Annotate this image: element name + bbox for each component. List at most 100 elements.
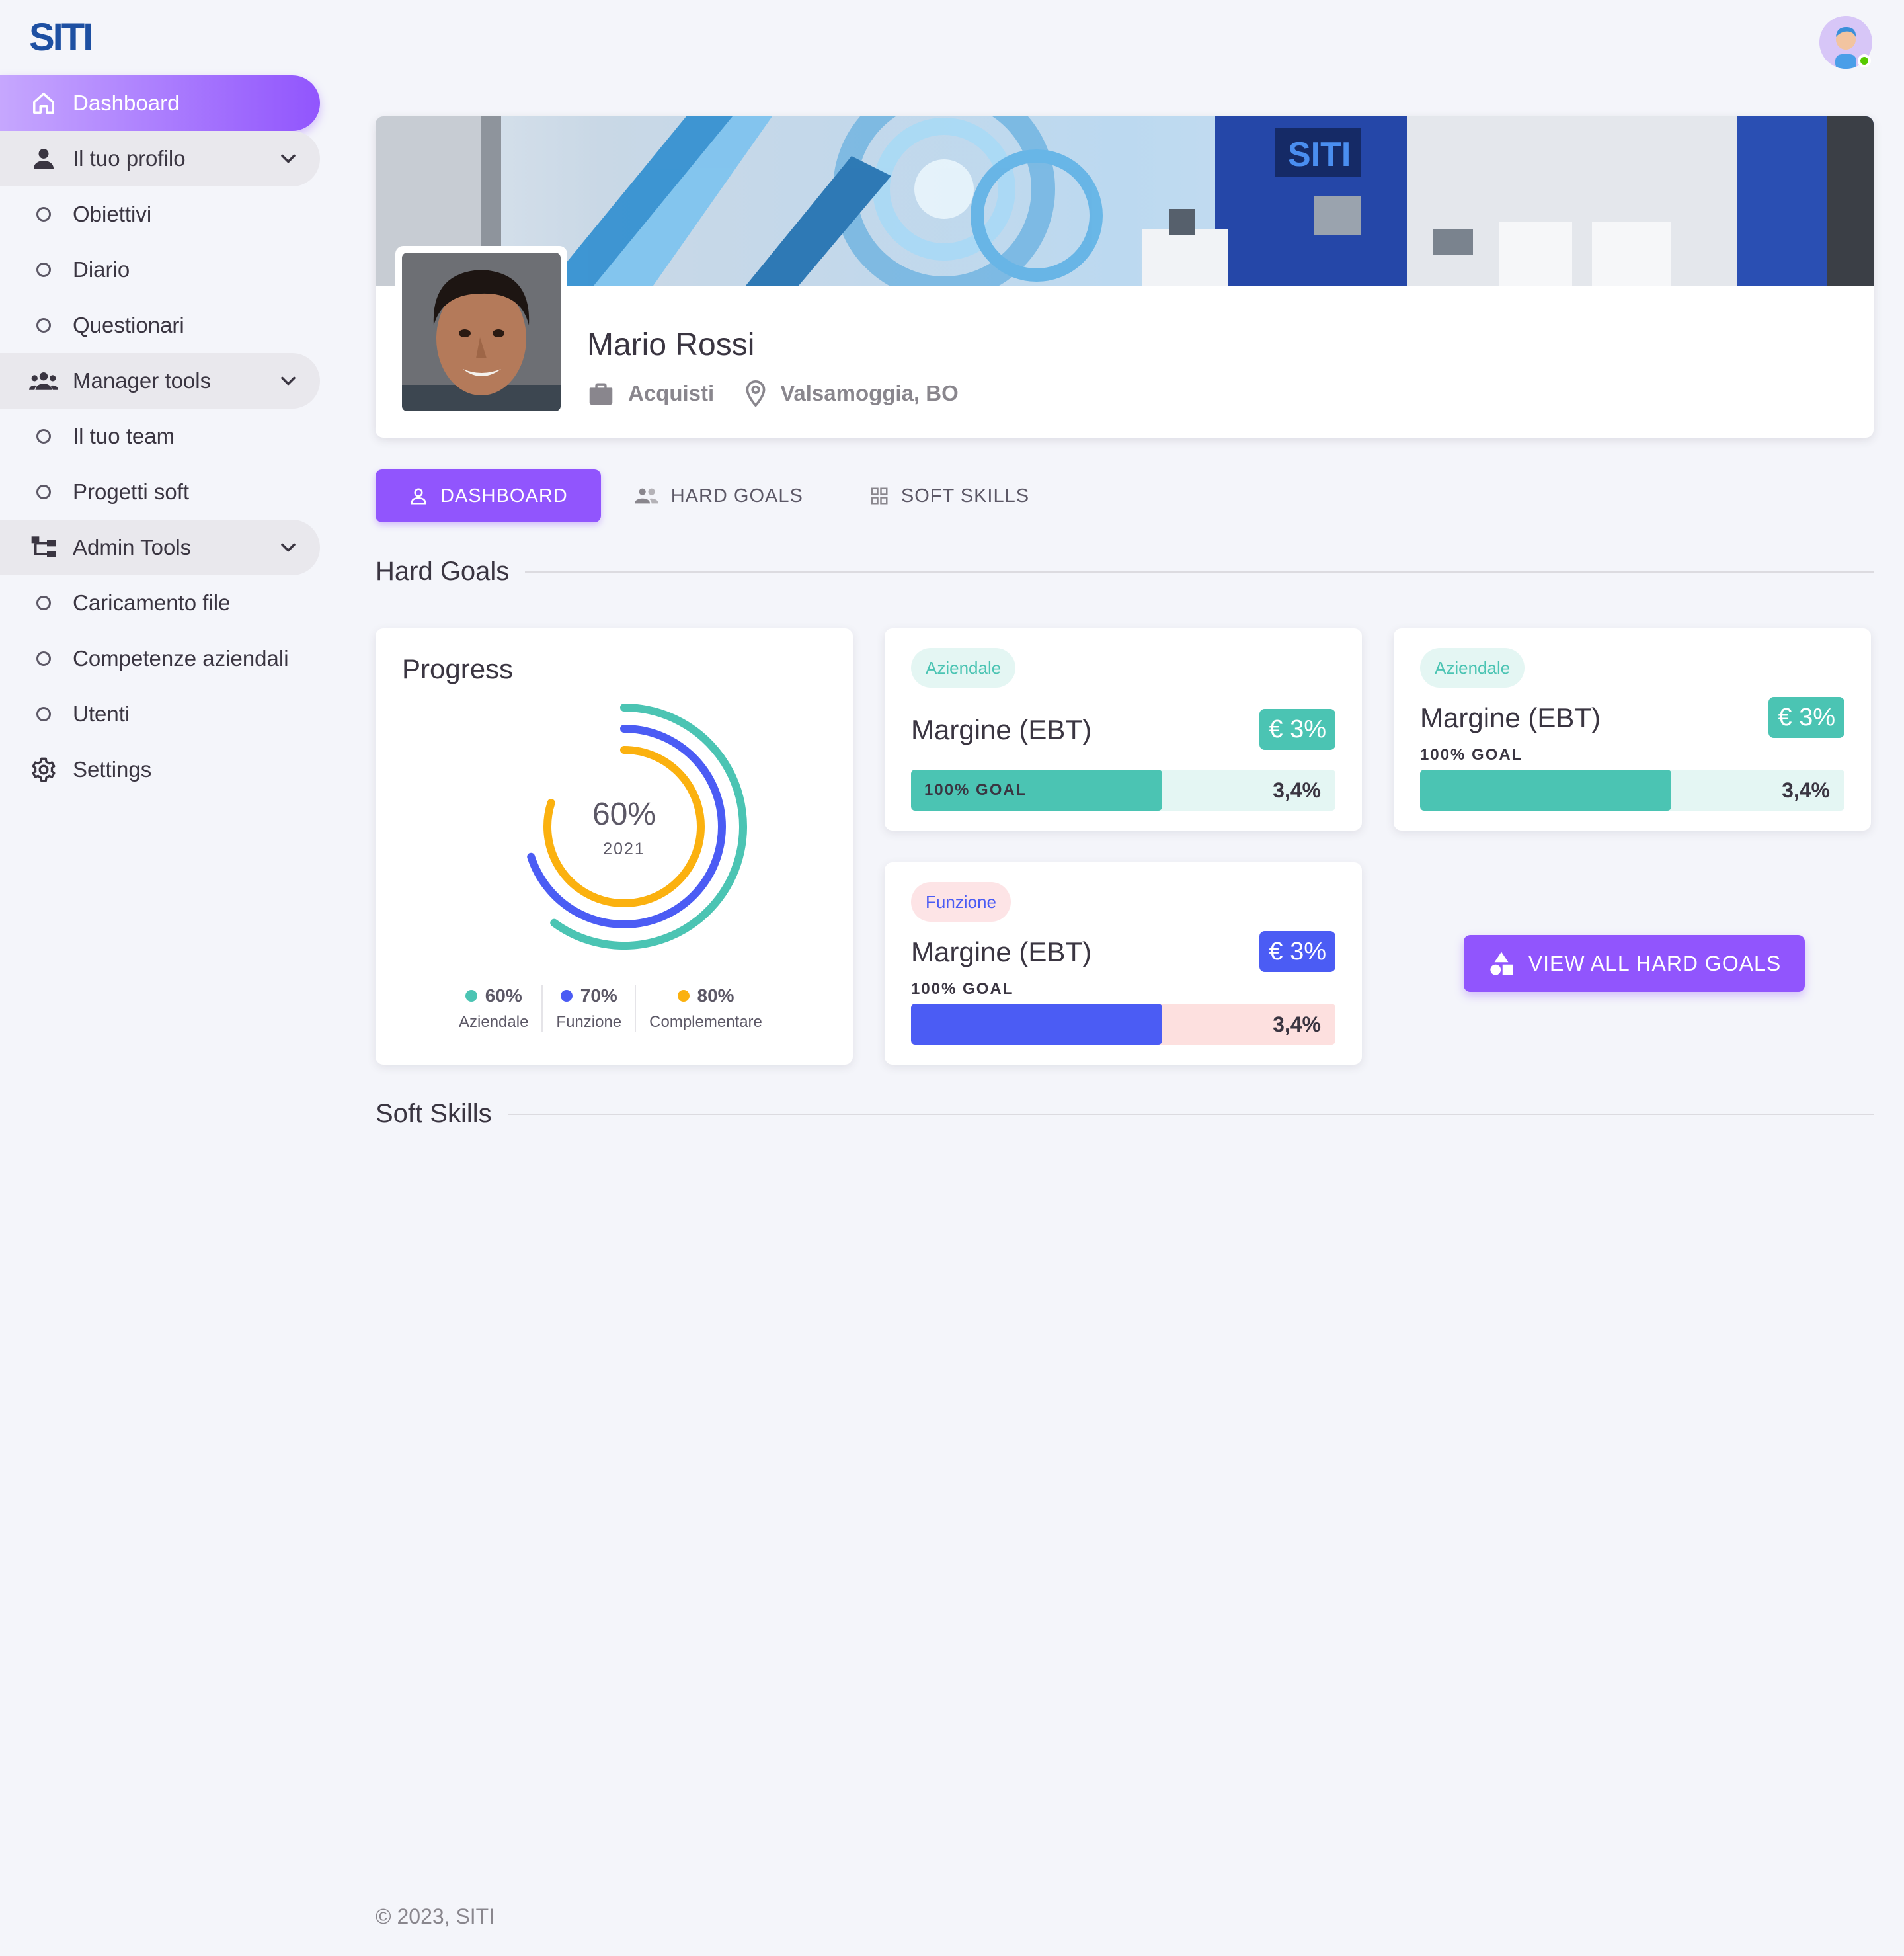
sidebar-item-obiettivi[interactable]: Obiettivi bbox=[0, 186, 320, 242]
section-divider bbox=[507, 1113, 1874, 1115]
goal-progress-fill bbox=[911, 1004, 1162, 1045]
sidebar-item-manager-tools[interactable]: Manager tools bbox=[0, 353, 320, 409]
profile-tabs: DASHBOARD HARD GOALS SOFT SKILLS bbox=[376, 469, 1062, 522]
progress-center-year: 2021 bbox=[603, 840, 645, 858]
sidebar-item-label: Utenti bbox=[73, 702, 130, 726]
sidebar-item-dashboard[interactable]: Dashboard bbox=[0, 75, 320, 131]
profile-photo-frame bbox=[395, 246, 567, 418]
sidebar-item-caricamento-file[interactable]: Caricamento file bbox=[0, 575, 320, 631]
group-icon bbox=[29, 366, 58, 395]
sidebar-item-admin-tools[interactable]: Admin Tools bbox=[0, 520, 320, 575]
legend-name: Funzione bbox=[556, 1013, 622, 1031]
goal-target-badge: € 3% bbox=[1259, 709, 1335, 750]
sidebar-item-diario[interactable]: Diario bbox=[0, 242, 320, 298]
tab-soft-skills[interactable]: SOFT SKILLS bbox=[836, 469, 1062, 522]
sidebar-item-questionari[interactable]: Questionari bbox=[0, 298, 320, 353]
profile-card: SITI Mario Rossi Acquisti Valsamoggia, B… bbox=[376, 116, 1874, 438]
legend-dot bbox=[560, 990, 573, 1002]
sidebar-item-il-tuo-team[interactable]: Il tuo team bbox=[0, 409, 320, 464]
profile-meta: Acquisti Valsamoggia, BO bbox=[587, 380, 989, 407]
sidebar-item-label: Caricamento file bbox=[73, 591, 231, 615]
profile-name: Mario Rossi bbox=[587, 327, 755, 362]
goal-label: 100% GOAL bbox=[911, 980, 1014, 998]
sidebar-item-label: Diario bbox=[73, 257, 130, 282]
sidebar-item-label: Obiettivi bbox=[73, 202, 152, 226]
legend-dot bbox=[465, 990, 477, 1002]
goal-progress-bar: 3,4% bbox=[1420, 770, 1844, 811]
progress-title: Progress bbox=[402, 653, 514, 684]
circle-icon bbox=[29, 311, 58, 340]
online-status-dot bbox=[1858, 54, 1871, 67]
sidebar: SITI Dashboard Il tuo profilo Obiettivi Dia… bbox=[0, 0, 331, 1956]
sidebar-item-settings[interactable]: Settings bbox=[0, 742, 320, 797]
sidebar-item-label: Progetti soft bbox=[73, 479, 190, 504]
sidebar-item-utenti[interactable]: Utenti bbox=[0, 686, 320, 742]
gear-icon bbox=[29, 755, 58, 784]
sidebar-item-il-tuo-profilo[interactable]: Il tuo profilo bbox=[0, 131, 320, 186]
goal-value: 3,4% bbox=[1273, 778, 1321, 802]
location-pin-icon bbox=[746, 380, 766, 407]
goal-target-badge: € 3% bbox=[1768, 697, 1844, 738]
tab-dashboard-label: DASHBOARD bbox=[440, 485, 568, 507]
siti-logo[interactable]: SITI bbox=[29, 16, 95, 59]
sidebar-item-label: Il tuo team bbox=[73, 424, 175, 448]
sidebar-item-label: Dashboard bbox=[73, 91, 180, 115]
chevron-down-icon[interactable] bbox=[276, 536, 300, 559]
legend-dot bbox=[677, 990, 690, 1002]
circle-icon bbox=[29, 477, 58, 507]
goal-title: Margine (EBT) bbox=[1420, 702, 1601, 733]
profile-photo[interactable] bbox=[402, 253, 561, 411]
legend-item-complementare: 80% Complementare bbox=[635, 985, 775, 1032]
people-icon bbox=[634, 488, 658, 504]
profile-location-label: Valsamoggia, BO bbox=[780, 381, 959, 405]
sidebar-item-label: Competenze aziendali bbox=[73, 646, 289, 671]
briefcase-icon bbox=[589, 383, 613, 405]
chevron-down-icon[interactable] bbox=[276, 369, 300, 393]
sidebar-item-label: Admin Tools bbox=[73, 535, 192, 559]
hard-goals-heading: Hard Goals bbox=[376, 557, 510, 586]
goal-progress-fill bbox=[1420, 770, 1671, 811]
goal-card[interactable]: Funzione Margine (EBT) € 3% 100% GOAL 3,… bbox=[885, 862, 1362, 1065]
goal-target-badge: € 3% bbox=[1259, 931, 1335, 972]
circle-icon bbox=[29, 255, 58, 284]
legend-value: 80% bbox=[697, 985, 734, 1006]
tab-hard-goals[interactable]: HARD GOALS bbox=[601, 469, 836, 522]
goal-value: 3,4% bbox=[1273, 1012, 1321, 1036]
shapes-icon bbox=[1490, 952, 1513, 975]
sidebar-item-progetti-soft[interactable]: Progetti soft bbox=[0, 464, 320, 520]
svg-text:SITI: SITI bbox=[29, 19, 91, 54]
goal-value: 3,4% bbox=[1782, 778, 1830, 802]
legend-name: Aziendale bbox=[459, 1013, 529, 1031]
tab-dashboard[interactable]: DASHBOARD bbox=[376, 469, 601, 522]
tab-hard-goals-label: HARD GOALS bbox=[670, 485, 803, 507]
svg-text:SITI: SITI bbox=[1288, 136, 1351, 174]
hierarchy-icon bbox=[29, 533, 58, 562]
person-icon bbox=[29, 144, 58, 173]
goal-category-chip: Aziendale bbox=[1420, 648, 1525, 688]
sidebar-item-competenze-aziendali[interactable]: Competenze aziendali bbox=[0, 631, 320, 686]
circle-icon bbox=[29, 644, 58, 673]
goal-progress-bar: 100% GOAL 3,4% bbox=[911, 770, 1335, 811]
legend-value: 70% bbox=[580, 985, 617, 1006]
goal-card[interactable]: Aziendale Margine (EBT) € 3% 100% GOAL 3… bbox=[1394, 628, 1871, 831]
profile-department-label: Acquisti bbox=[628, 381, 715, 405]
profile-location: Valsamoggia, BO bbox=[744, 380, 959, 407]
home-icon bbox=[29, 89, 58, 118]
goal-title: Margine (EBT) bbox=[911, 714, 1092, 745]
goal-card[interactable]: Aziendale Margine (EBT) € 3% 100% GOAL 3… bbox=[885, 628, 1362, 831]
goal-title: Margine (EBT) bbox=[911, 936, 1092, 967]
person-outline-icon bbox=[411, 488, 426, 505]
goal-progress-bar: 3,4% bbox=[911, 1004, 1335, 1045]
progress-radial-chart: 60% 2021 bbox=[527, 704, 747, 950]
legend-value: 60% bbox=[485, 985, 522, 1006]
legend-name: Complementare bbox=[649, 1013, 762, 1031]
sidebar-nav: Dashboard Il tuo profilo Obiettivi Diario Qu… bbox=[0, 75, 320, 797]
profile-department: Acquisti bbox=[587, 381, 714, 406]
progress-center-value: 60% bbox=[592, 797, 656, 832]
view-all-hard-goals-button[interactable]: VIEW ALL HARD GOALS bbox=[1464, 935, 1805, 992]
grid-icon bbox=[871, 487, 888, 505]
circle-icon bbox=[29, 200, 58, 229]
soft-skills-heading: Soft Skills bbox=[376, 1099, 492, 1128]
circle-icon bbox=[29, 422, 58, 451]
chevron-down-icon[interactable] bbox=[276, 147, 300, 171]
